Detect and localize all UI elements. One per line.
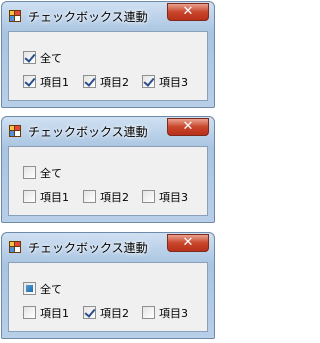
checkbox-box[interactable] <box>23 190 36 203</box>
checkbox-box[interactable] <box>142 306 155 319</box>
window-2: チェックボックス連動 ✕ 全て 項目1 項目2 項目3 <box>1 116 215 223</box>
checkbox-all-label: 全て <box>40 166 62 180</box>
checkbox-item-2-label: 項目2 <box>100 306 129 320</box>
checkbox-all[interactable]: 全て <box>23 165 62 180</box>
checkbox-all-label: 全て <box>40 51 62 65</box>
checkbox-box[interactable] <box>23 166 36 179</box>
checkbox-box[interactable] <box>83 190 96 203</box>
close-button[interactable]: ✕ <box>167 234 209 252</box>
checkbox-item-2-label: 項目2 <box>100 75 129 89</box>
checkbox-item-3-label: 項目3 <box>159 75 188 89</box>
title-bar[interactable]: チェックボックス連動 ✕ <box>2 233 214 262</box>
close-button[interactable]: ✕ <box>167 118 209 136</box>
window-title: チェックボックス連動 <box>28 10 148 24</box>
checkbox-item-2[interactable]: 項目2 <box>83 305 129 320</box>
checkbox-box[interactable] <box>23 51 36 64</box>
client-area: 全て 項目1 項目2 項目3 <box>8 146 208 216</box>
checkbox-box[interactable] <box>142 190 155 203</box>
client-area: 全て 項目1 項目2 項目3 <box>8 262 208 332</box>
checkbox-all[interactable]: 全て <box>23 50 62 65</box>
checkbox-item-1[interactable]: 項目1 <box>23 74 69 89</box>
checkbox-box[interactable] <box>83 75 96 88</box>
checkbox-item-1[interactable]: 項目1 <box>23 305 69 320</box>
checkbox-item-1[interactable]: 項目1 <box>23 189 69 204</box>
checkbox-item-2-label: 項目2 <box>100 190 129 204</box>
checkbox-item-2[interactable]: 項目2 <box>83 74 129 89</box>
checkbox-item-3[interactable]: 項目3 <box>142 189 188 204</box>
window-title: チェックボックス連動 <box>28 125 148 139</box>
checkbox-item-3-label: 項目3 <box>159 306 188 320</box>
checkbox-box[interactable] <box>23 75 36 88</box>
checkbox-box[interactable] <box>83 306 96 319</box>
app-icon <box>9 10 21 22</box>
client-area: 全て 項目1 項目2 項目3 <box>8 31 208 101</box>
window-title: チェックボックス連動 <box>28 241 148 255</box>
app-icon <box>9 241 21 253</box>
checkbox-item-3[interactable]: 項目3 <box>142 305 188 320</box>
app-icon <box>9 125 21 137</box>
checkbox-item-1-label: 項目1 <box>40 75 69 89</box>
checkbox-box[interactable] <box>23 306 36 319</box>
checkbox-all[interactable]: 全て <box>23 281 62 296</box>
window-1: チェックボックス連動 ✕ 全て 項目1 項目2 項目3 <box>1 1 215 108</box>
title-bar[interactable]: チェックボックス連動 ✕ <box>2 117 214 146</box>
close-button[interactable]: ✕ <box>167 3 209 21</box>
checkbox-box[interactable] <box>142 75 155 88</box>
checkbox-item-2[interactable]: 項目2 <box>83 189 129 204</box>
checkbox-item-1-label: 項目1 <box>40 306 69 320</box>
checkbox-box[interactable] <box>23 282 36 295</box>
checkbox-item-1-label: 項目1 <box>40 190 69 204</box>
title-bar[interactable]: チェックボックス連動 ✕ <box>2 2 214 31</box>
checkbox-item-3-label: 項目3 <box>159 190 188 204</box>
window-3: チェックボックス連動 ✕ 全て 項目1 項目2 項目3 <box>1 232 215 339</box>
checkbox-item-3[interactable]: 項目3 <box>142 74 188 89</box>
checkbox-all-label: 全て <box>40 282 62 296</box>
